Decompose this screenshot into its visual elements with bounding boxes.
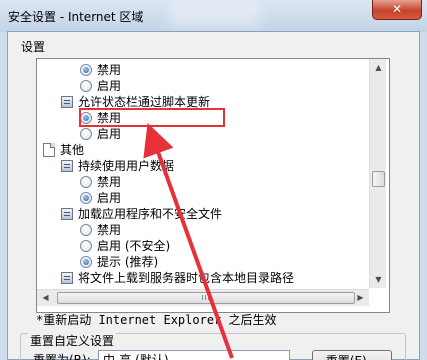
pointer-arrow-icon — [143, 122, 234, 359]
